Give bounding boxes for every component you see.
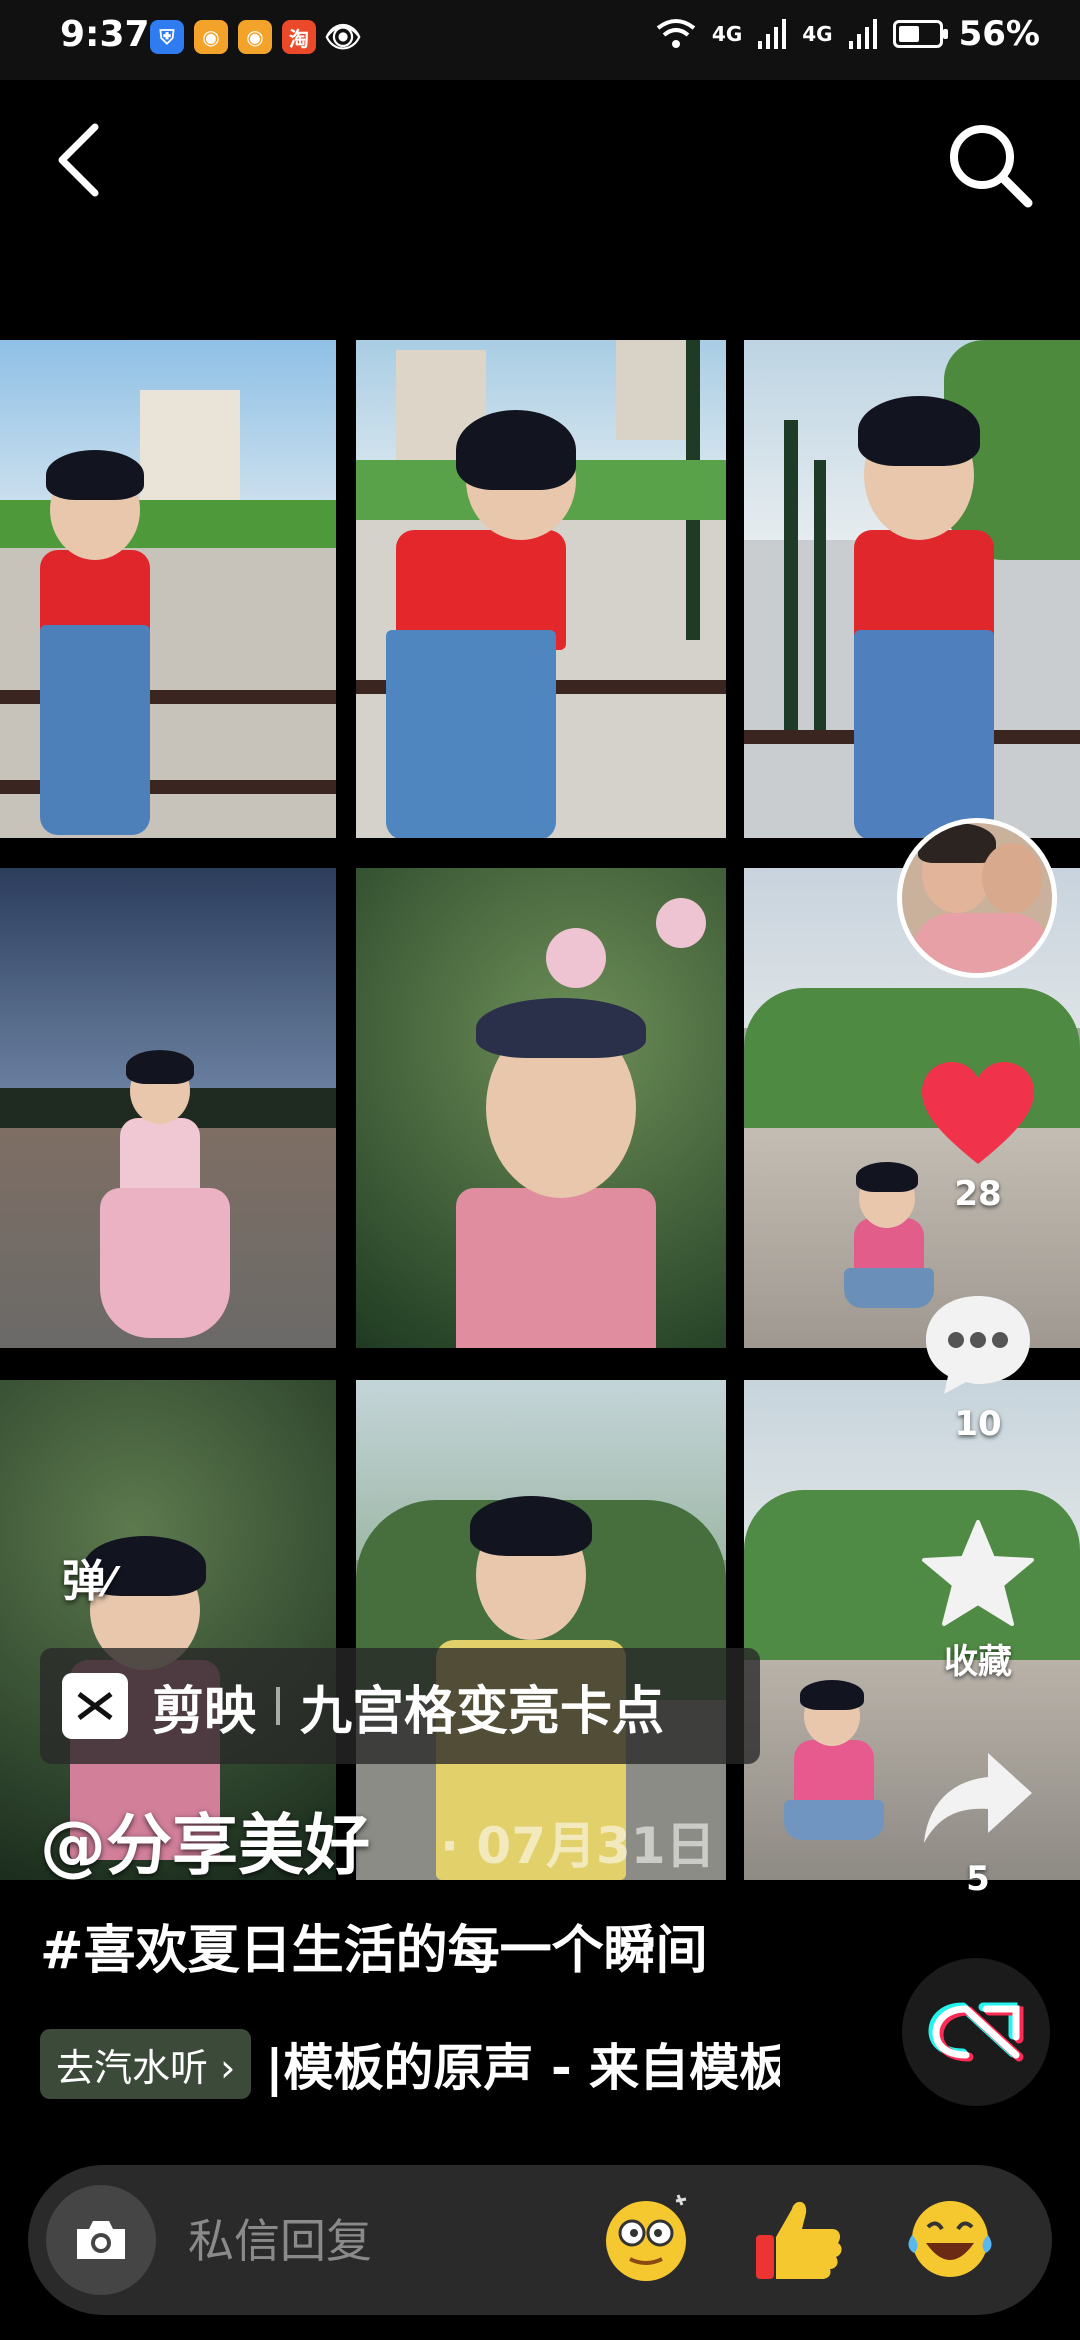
shield-app-icon: ⛨ <box>150 20 184 54</box>
weibo-icon-2: ◉ <box>238 20 272 54</box>
photo-tile-8 <box>356 1380 726 1880</box>
hashtag-caption[interactable]: #喜欢夏日生活的每一个瞬间 <box>40 1908 708 1983</box>
search-icon <box>950 125 1033 208</box>
camera-icon <box>77 2221 125 2259</box>
music-row[interactable]: 去汽水听 › |模板的原声 - 来自模板 <box>40 2028 780 2100</box>
message-reply-input[interactable]: 私信回复 <box>188 2205 372 2271</box>
template-app-name: 剪映 <box>152 1681 257 1742</box>
heart-icon <box>922 1062 1034 1164</box>
comment-bar: 私信回复 <box>28 2165 1052 2315</box>
post-date: · 07月31日 <box>440 1817 716 1875</box>
dizzy-emoji-icon <box>606 2194 687 2281</box>
photo-tile-3 <box>744 340 1080 838</box>
eye-icon: 👁 <box>323 19 363 55</box>
music-disc[interactable] <box>902 1958 1050 2106</box>
capcut-logo-shape <box>77 1692 113 1720</box>
comment-count: 10 <box>954 1404 1002 1444</box>
status-bar: 9:37 ⛨ ◉ ◉ 淘 👁 4G 4G 56% <box>0 0 1080 80</box>
camera-button[interactable] <box>46 2185 156 2295</box>
music-title[interactable]: |模板的原声 - 来自模板 <box>265 2028 780 2100</box>
template-separator <box>276 1687 281 1725</box>
danmaku-slash: ⁄ <box>106 1560 113 1606</box>
favorite-action[interactable]: 收藏 <box>908 1518 1048 1683</box>
author-name[interactable]: @分享美好 <box>40 1792 370 1888</box>
battery-percent: 56% <box>958 14 1040 54</box>
laugh-tears-icon <box>908 2201 992 2277</box>
like-action[interactable]: 28 <box>908 1060 1048 1214</box>
danmaku-label: 弹 <box>62 1556 106 1607</box>
signal-bars-icon <box>758 19 787 49</box>
capcut-icon <box>62 1673 128 1739</box>
weibo-icon: ◉ <box>194 20 228 54</box>
template-link[interactable]: 剪映 九宫格变亮卡点 <box>40 1648 760 1764</box>
signal-label-1: 4G <box>711 22 743 46</box>
status-time: 9:37 <box>60 14 150 55</box>
back-button[interactable] <box>50 115 110 205</box>
author-avatar[interactable] <box>897 818 1057 978</box>
laughing-tears-emoji-button[interactable] <box>900 2187 1000 2287</box>
qishui-listen-button[interactable]: 去汽水听 › <box>40 2029 252 2099</box>
photo-tile-2 <box>356 340 726 838</box>
dizzy-face-emoji-button[interactable] <box>598 2187 698 2287</box>
favorite-label: 收藏 <box>944 1642 1012 1682</box>
comment-bubble-icon <box>926 1296 1030 1394</box>
wifi-icon <box>656 19 696 48</box>
photo-tile-1 <box>0 340 336 838</box>
capcut-icon <box>928 2002 1024 2062</box>
photo-tile-4 <box>0 868 336 1348</box>
template-name: 九宫格变亮卡点 <box>300 1681 665 1742</box>
like-count: 28 <box>954 1174 1002 1214</box>
danmaku-toggle[interactable]: 弹⁄ <box>62 1545 113 1609</box>
back-arrow-icon <box>58 123 99 197</box>
comment-action[interactable]: 10 <box>908 1290 1048 1444</box>
notification-icons: ⛨ ◉ ◉ 淘 👁 <box>150 19 363 55</box>
signal-bars-icon-2 <box>848 19 877 49</box>
battery-icon <box>892 20 948 48</box>
star-icon <box>922 1520 1034 1626</box>
thumbs-up-icon <box>756 2201 842 2279</box>
share-arrow-icon <box>924 1753 1032 1843</box>
photo-tile-5 <box>356 868 726 1348</box>
signal-label-2: 4G <box>802 22 833 46</box>
share-action[interactable]: 5 <box>908 1745 1048 1899</box>
taobao-icon: 淘 <box>282 20 316 54</box>
status-right: 4G 4G 56% <box>656 14 1040 54</box>
thumbs-up-emoji-button[interactable] <box>748 2187 848 2287</box>
search-button[interactable] <box>940 115 1040 215</box>
share-count: 5 <box>966 1859 990 1899</box>
